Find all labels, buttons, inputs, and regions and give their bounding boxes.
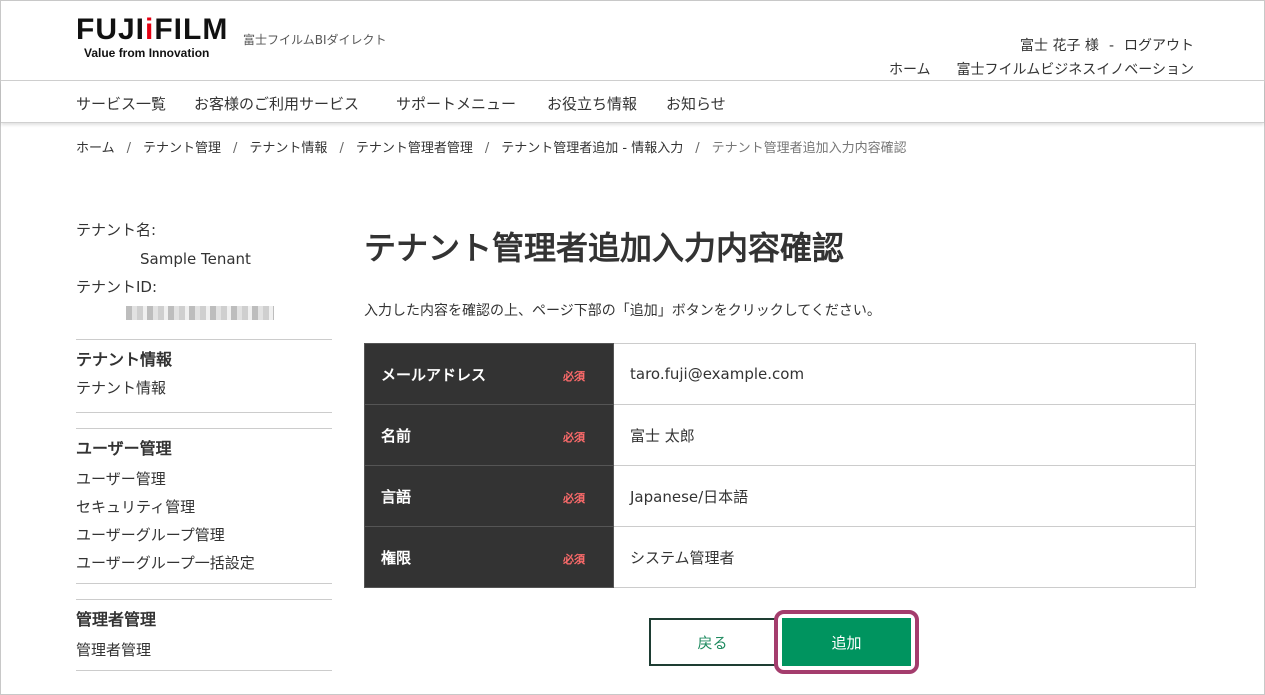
breadcrumb-separator: / [126, 141, 132, 156]
breadcrumb-tenant-mgmt[interactable]: テナント管理 [143, 141, 221, 156]
back-button[interactable]: 戻る [649, 618, 776, 666]
tenant-name-label: テナント名: [76, 221, 157, 239]
user-name: 富士 花子 様 [1020, 38, 1099, 54]
confirmation-table: メールアドレス 必須 taro.fuji@example.com 名前 必須 富士 … [364, 343, 1196, 588]
logout-link[interactable]: ログアウト [1124, 38, 1194, 54]
nav-news[interactable]: お知らせ [666, 93, 726, 114]
add-button[interactable]: 追加 [782, 618, 911, 666]
nav-service-list[interactable]: サービス一覧 [76, 93, 166, 114]
tenant-id-label: テナントID: [76, 278, 158, 296]
breadcrumb-separator: / [695, 141, 700, 156]
row-label-name: 名前 必須 [364, 404, 614, 466]
fujifilm-logo[interactable]: FUJIiFILM Value from Innovation [76, 13, 229, 61]
row-value-permission: システム管理者 [613, 526, 1196, 588]
breadcrumb-home[interactable]: ホーム [76, 141, 115, 156]
fbi-link[interactable]: 富士フイルムビジネスイノベーション [957, 62, 1194, 78]
table-row: 権限 必須 システム管理者 [364, 526, 1196, 588]
sidebar: テナント名: Sample Tenant テナントID: テナント情報 テナント… [76, 221, 332, 671]
sidebar-item-tenant-info[interactable]: テナント情報 [76, 374, 332, 402]
page-title: テナント管理者追加入力内容確認 [364, 229, 845, 267]
breadcrumb-separator: / [339, 141, 344, 156]
logo-wordmark: FUJIiFILM [76, 13, 229, 46]
breadcrumb-admin-mgmt[interactable]: テナント管理者管理 [356, 141, 473, 156]
table-row: 名前 必須 富士 太郎 [364, 404, 1196, 466]
nav-support-menu[interactable]: サポートメニュー [396, 93, 516, 114]
row-value-language: Japanese/日本語 [613, 465, 1196, 527]
required-badge: 必須 [563, 492, 585, 505]
sidebar-heading-user-mgmt: ユーザー管理 [76, 439, 172, 458]
row-value-email: taro.fuji@example.com [613, 343, 1196, 405]
required-badge: 必須 [563, 431, 585, 444]
sidebar-heading-admin-mgmt: 管理者管理 [76, 610, 157, 629]
tenant-name-value: Sample Tenant [140, 250, 251, 268]
user-bar: 富士 花子 様 - ログアウト [1020, 35, 1194, 55]
breadcrumb-separator: / [233, 141, 238, 156]
breadcrumb-admin-add-input[interactable]: テナント管理者追加 - 情報入力 [501, 141, 683, 156]
brand-subname: 富士フイルムBIダイレクト [243, 33, 387, 47]
sidebar-item-admin-mgmt[interactable]: 管理者管理 [76, 636, 332, 664]
top-links: ホーム 富士フイルムビジネスイノベーション [889, 59, 1194, 79]
home-link[interactable]: ホーム [889, 62, 931, 78]
user-separator: - [1108, 38, 1114, 54]
tenant-id-redacted [126, 306, 274, 320]
sidebar-section-tenant: テナント情報 テナント情報 [76, 339, 332, 413]
logo-tagline: Value from Innovation [84, 46, 210, 60]
required-badge: 必須 [563, 553, 585, 566]
site-header: FUJIiFILM Value from Innovation 富士フイルムBI… [1, 1, 1264, 81]
main-nav: サービス一覧 お客様のご利用サービス サポートメニュー お役立ち情報 お知らせ [1, 81, 1264, 123]
sidebar-item-user-mgmt[interactable]: ユーザー管理 [76, 465, 332, 493]
breadcrumb-current: テナント管理者追加入力内容確認 [711, 141, 907, 156]
nav-useful-info[interactable]: お役立ち情報 [547, 93, 637, 114]
required-badge: 必須 [563, 370, 585, 383]
row-label-permission: 権限 必須 [364, 526, 614, 588]
page-description: 入力した内容を確認の上、ページ下部の「追加」ボタンをクリックしてください。 [364, 303, 881, 319]
sidebar-item-usergroup-mgmt[interactable]: ユーザーグループ管理 [76, 521, 332, 549]
sidebar-section-admins: 管理者管理 管理者管理 [76, 599, 332, 671]
sidebar-item-security-mgmt[interactable]: セキュリティ管理 [76, 493, 332, 521]
nav-your-services[interactable]: お客様のご利用サービス [194, 93, 359, 114]
row-label-language: 言語 必須 [364, 465, 614, 527]
table-row: メールアドレス 必須 taro.fuji@example.com [364, 343, 1196, 405]
breadcrumb-separator: / [484, 141, 490, 156]
row-value-name: 富士 太郎 [613, 404, 1196, 466]
row-label-email: メールアドレス 必須 [364, 343, 614, 405]
sidebar-item-usergroup-bulk[interactable]: ユーザーグループ一括設定 [76, 549, 332, 577]
breadcrumb-tenant-info[interactable]: テナント情報 [249, 141, 327, 156]
breadcrumb: ホーム / テナント管理 / テナント情報 / テナント管理者管理 / テナント管理者追加 - … [76, 137, 907, 156]
sidebar-heading-tenant-info: テナント情報 [76, 350, 173, 369]
sidebar-section-users: ユーザー管理 ユーザー管理 セキュリティ管理 ユーザーグループ管理 ユーザーグル… [76, 428, 332, 584]
table-row: 言語 必須 Japanese/日本語 [364, 465, 1196, 527]
